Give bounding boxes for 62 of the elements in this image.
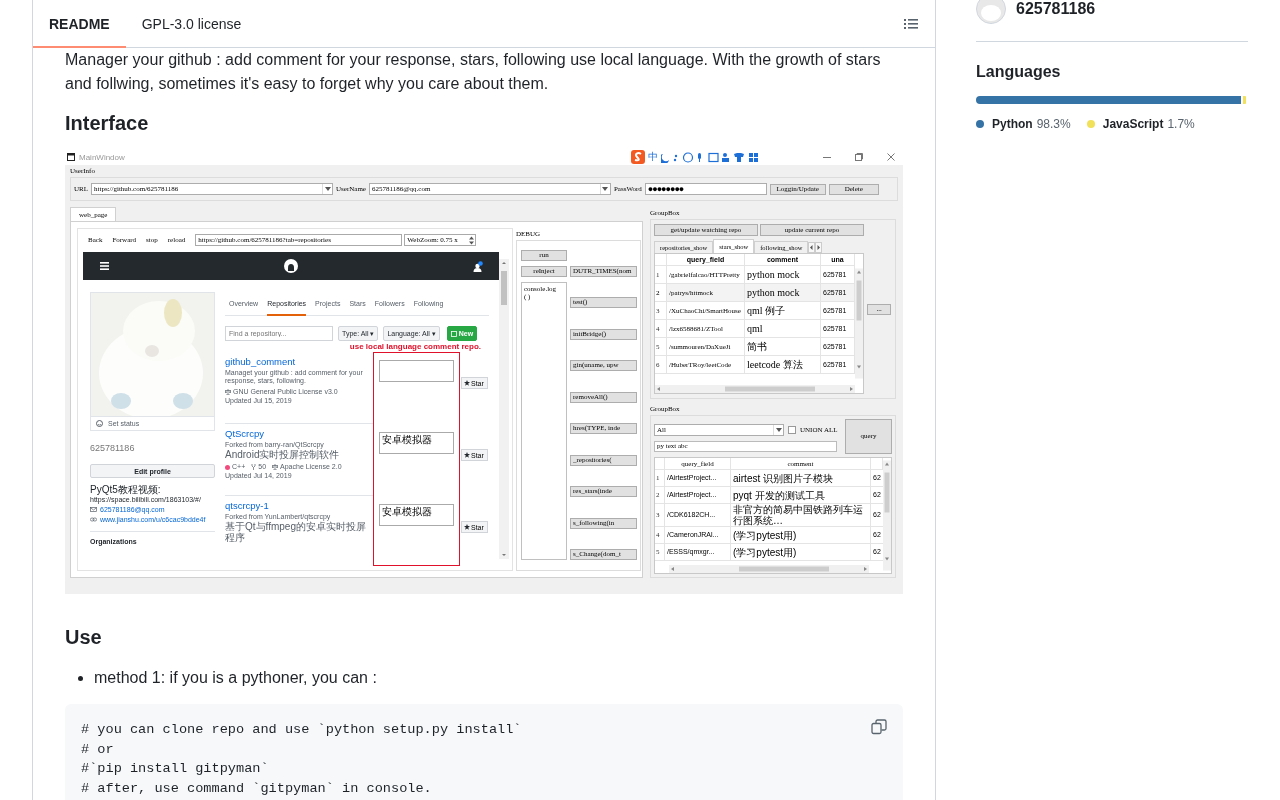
copy-icon[interactable]	[871, 719, 887, 735]
repo-name[interactable]: github_comment	[225, 356, 373, 368]
section-heading: Interface	[65, 111, 150, 136]
readme-tab[interactable]: GPL-3.0 license	[125, 0, 258, 48]
fork-icon	[251, 464, 257, 470]
table-cell: pyqt 开发的测试工具	[731, 487, 871, 503]
mail-icon	[90, 506, 97, 512]
table-cell: python mock	[745, 266, 821, 283]
scale-icon	[272, 464, 279, 470]
repo-description: Android实时投屏控制软件	[225, 449, 341, 460]
repo-description: 基于Qt与ffmpeg的安卓实时投屏程序	[225, 521, 367, 543]
code-text: # you can clone repo and use `python setup.py install` # or #`pip install gitpyman` # after, use command `gitpyman` in console.	[81, 721, 522, 799]
section-heading: Use	[65, 625, 103, 650]
tab-scroll-arrows-icon[interactable]	[808, 242, 823, 253]
readme-tab[interactable]: README	[33, 0, 126, 48]
table-cell: qml 例子	[745, 302, 821, 319]
table-cell: leetcode 算法	[745, 356, 821, 373]
intro-paragraph: Manager your github : add comment for your response, stars, following use local language. With the growth of stars and follwing, sometimes it's easy to forget why you care about them.	[65, 50, 882, 94]
profile-login: 625781186	[90, 443, 136, 454]
languages-heading: Languages	[976, 62, 1062, 82]
table-cell: qml	[745, 320, 821, 337]
table-cell: airtest 识别图片子模块	[731, 470, 871, 486]
ime-mode-label: 中	[648, 150, 658, 164]
caret-icon	[324, 187, 331, 191]
comment-field[interactable]: 安卓模拟器	[379, 432, 454, 454]
table-cell: 简书	[745, 338, 821, 355]
comment-field[interactable]	[379, 360, 454, 382]
table-cell: (学习pytest用)	[731, 527, 871, 543]
star-icon	[464, 380, 470, 386]
profile-bio: PyQt5教程视频:	[90, 484, 162, 495]
language-name: JavaScript	[1102, 116, 1164, 132]
close-icon[interactable]	[887, 153, 895, 161]
username: 625781186	[1016, 0, 1096, 18]
avatar	[976, 0, 1006, 24]
table-cell: 非官方的简易中国铁路列车运行图系统…	[731, 504, 871, 526]
caret-icon	[602, 187, 609, 191]
table-cell: (学习pytest用)	[731, 544, 871, 560]
language-percent: 1.7%	[1167, 116, 1195, 132]
bullet-icon	[78, 675, 83, 681]
repo-name[interactable]: QtScrcpy	[225, 428, 373, 440]
caret-icon	[775, 428, 782, 432]
menu-icon[interactable]	[100, 262, 109, 270]
maximize-icon[interactable]	[855, 153, 863, 161]
language-percent: 98.3%	[1036, 116, 1071, 132]
star-icon	[464, 524, 470, 530]
repo-name[interactable]: qtscrcpy-1	[225, 500, 373, 512]
spin-arrows-icon	[469, 235, 475, 245]
password-field[interactable]: ●●●●●●●●	[644, 183, 767, 195]
window-title: MainWindow	[79, 152, 125, 162]
logo-icon[interactable]	[284, 259, 298, 273]
annotation-text: use local language comment repo.	[349, 342, 481, 352]
user-icon[interactable]	[473, 260, 483, 272]
comment-field[interactable]: 安卓模拟器	[379, 504, 454, 526]
book-icon	[450, 330, 457, 337]
scale-icon	[225, 389, 231, 395]
language-name: Python	[992, 116, 1033, 132]
link-icon	[90, 516, 97, 522]
bullet-text: method 1: if you is a pythoner, you can :	[94, 668, 377, 688]
star-icon	[464, 452, 470, 458]
smiley-icon	[96, 420, 103, 427]
checkbox[interactable]	[788, 426, 796, 434]
table-cell: python mock	[745, 284, 821, 301]
